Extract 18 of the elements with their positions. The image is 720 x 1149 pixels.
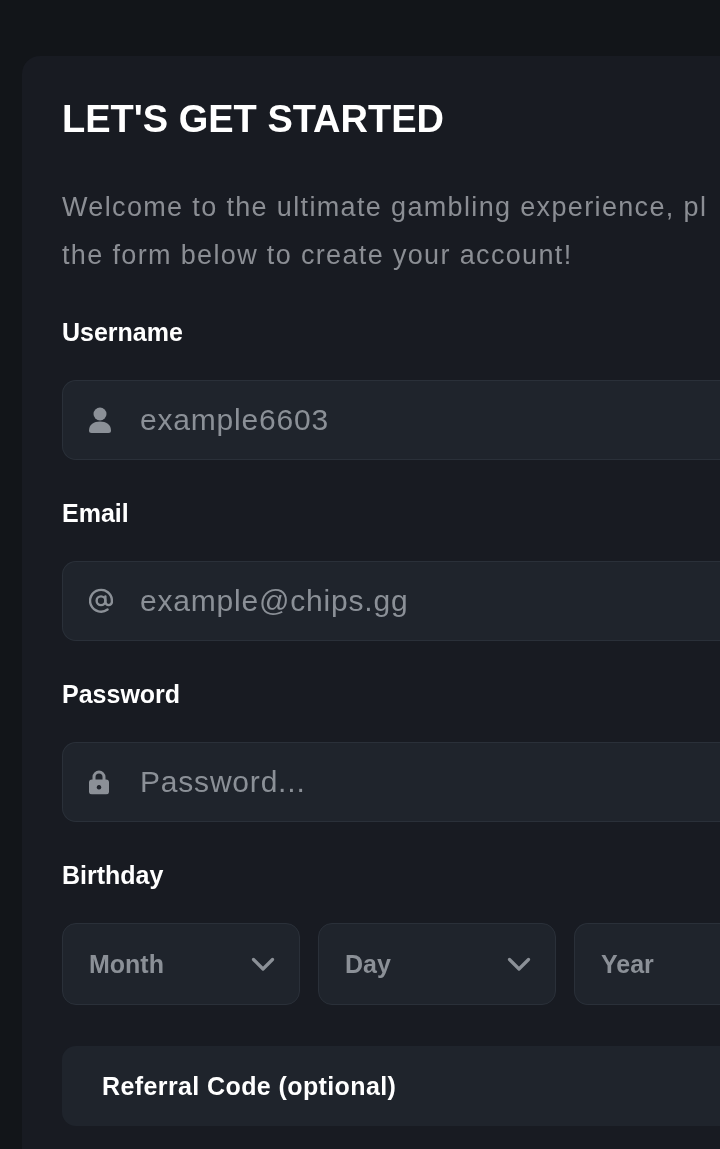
lock-icon [89, 769, 109, 795]
field-label: Email [62, 498, 129, 528]
field-label: Username [62, 317, 183, 347]
username-field[interactable]: example6603 [62, 380, 720, 460]
password-field[interactable]: Password... [62, 742, 720, 822]
user-icon [89, 407, 111, 433]
field-label: Password [62, 679, 181, 709]
field-label: Birthday [62, 860, 164, 890]
chevron-down-icon [251, 956, 275, 972]
birthday-field[interactable]: Year [574, 923, 720, 1005]
birthday-dropdown[interactable]: Month [62, 923, 300, 1005]
email-field[interactable]: example@chips.gg [62, 561, 720, 641]
intro-text: Welcome to the ultimate gambling experience, pl the form below to create your account! [62, 191, 708, 272]
chevron-down-icon [507, 956, 531, 972]
page-title: LET'S GET STARTED [62, 97, 444, 142]
birthday-dropdown[interactable]: Day [318, 923, 556, 1005]
referral-code-button[interactable]: Referral Code (optional) [62, 1046, 720, 1126]
at-sign-icon [89, 588, 113, 614]
